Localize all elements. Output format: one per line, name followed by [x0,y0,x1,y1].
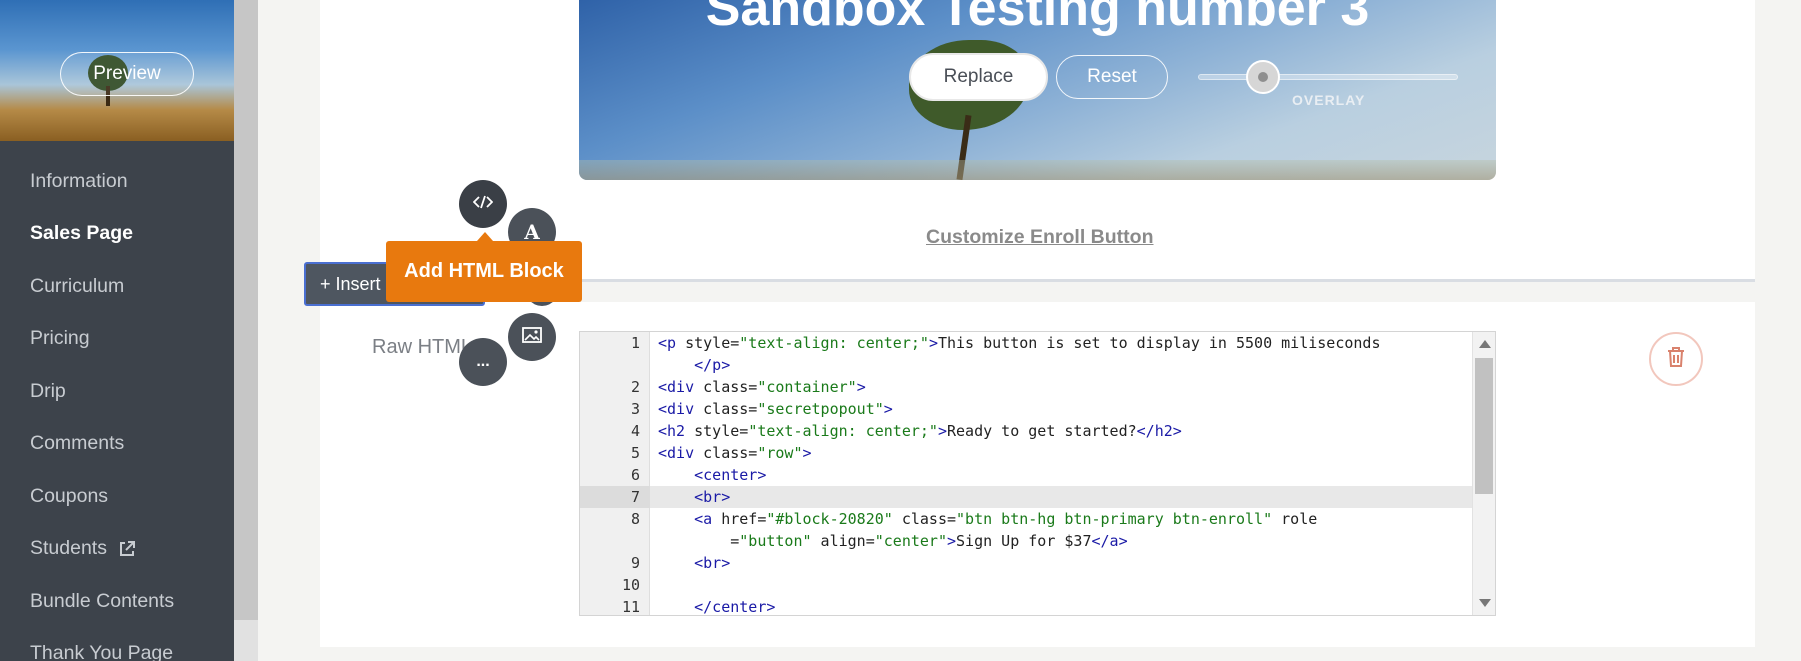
line-number: 5 [630,444,640,462]
code-line[interactable]: 9 <br> [631,552,1472,574]
code-text: ="button" align="center">Sign Up for $37… [658,532,1128,550]
sidebar-scrollbar-thumb[interactable] [234,0,258,620]
add-image-block-button[interactable] [508,313,556,361]
scroll-up-arrow-icon[interactable] [1479,340,1491,348]
code-line[interactable]: 4 <h2 style="text-align: center;">Ready t… [631,420,1472,442]
sidebar-item-label: Students [30,537,107,560]
line-number: 4 [630,422,640,440]
image-icon [522,326,542,348]
more-icon: ... [476,353,490,370]
add-html-block-button[interactable] [459,180,507,228]
sidebar-item-label: Information [30,169,128,192]
code-text: <center> [694,466,767,484]
sidebar: Preview Information Sales Page Curriculu… [0,0,234,661]
sidebar-item-bundle-contents[interactable]: Bundle Contents [0,575,234,628]
sidebar-item-sales-page[interactable]: Sales Page [0,208,234,261]
code-line[interactable]: 5 <div class="row"> [631,442,1472,464]
code-line[interactable]: 10 [622,574,1472,596]
sidebar-item-label: Sales Page [30,222,133,245]
code-text: <div class="secretpopout"> [658,400,893,418]
line-number: 8 [630,510,640,528]
code-line[interactable]: </p> [650,354,1472,376]
line-number: 6 [630,466,640,484]
app-root: Preview Information Sales Page Curriculu… [0,0,1801,661]
sidebar-item-label: Bundle Contents [30,589,175,612]
delete-block-button[interactable] [1649,332,1703,386]
code-text: <h2 style="text-align: center;">Ready to… [658,422,1182,440]
scroll-down-arrow-icon[interactable] [1479,599,1491,607]
sidebar-item-label: Coupons [30,484,109,507]
sidebar-item-drip[interactable]: Drip [0,365,234,418]
overlay-slider-handle[interactable] [1246,60,1280,94]
line-number: 10 [621,576,640,594]
code-line[interactable]: 2 <div class="container"> [631,376,1472,398]
line-number: 1 [630,334,640,352]
overlay-slider-track[interactable] [1198,74,1458,80]
block-type-label: Raw HTML [372,336,473,358]
code-text: <br> [694,488,731,506]
line-number: 7 [580,486,650,508]
preview-button[interactable]: Preview [60,52,194,96]
sidebar-item-label: Curriculum [30,274,125,297]
sidebar-item-label: Thank You Page [30,642,174,661]
code-line-active[interactable]: 7 <br> [580,486,1472,508]
banner-grass [579,160,1496,180]
code-line[interactable]: 6 <center> [631,464,1472,486]
line-number: 2 [630,378,640,396]
sidebar-item-label: Pricing [30,327,90,350]
more-blocks-button[interactable]: ... [459,338,507,386]
code-icon [472,195,494,214]
sidebar-item-curriculum[interactable]: Curriculum [0,260,234,313]
code-line[interactable]: ="button" align="center">Sign Up for $37… [650,530,1472,552]
sidebar-item-coupons[interactable]: Coupons [0,470,234,523]
replace-button[interactable]: Replace [909,53,1048,101]
code-text: </p> [694,356,731,374]
code-line[interactable]: 11 </center> [622,596,1472,616]
code-text: <div class="container"> [658,378,866,396]
sidebar-item-students[interactable]: Students [0,523,234,576]
external-link-icon [117,539,137,559]
course-thumbnail: Preview [0,0,234,141]
line-number: 9 [630,554,640,572]
code-text: <br> [694,554,731,572]
code-text: </center> [694,598,776,616]
code-line[interactable]: 8 <a href="#block-20820" class="btn btn-… [631,508,1472,530]
reset-button[interactable]: Reset [1056,55,1168,99]
line-number: 11 [621,598,640,616]
sidebar-item-information[interactable]: Information [0,155,234,208]
sidebar-nav: Information Sales Page Curriculum Pricin… [0,155,234,661]
customize-enroll-button-link[interactable]: Customize Enroll Button [926,226,1154,249]
sidebar-item-pricing[interactable]: Pricing [0,313,234,366]
overlay-label: OVERLAY [1292,92,1366,108]
code-line[interactable]: 3 <div class="secretpopout"> [631,398,1472,420]
line-number: 3 [630,400,640,418]
code-content[interactable]: 1 <p style="text-align: center;">This but… [580,332,1472,616]
tooltip-arrow [477,232,493,241]
code-text: <p style="text-align: center;">This butt… [658,334,1381,352]
code-editor[interactable]: 1 <p style="text-align: center;">This but… [579,331,1496,616]
sidebar-item-label: Comments [30,432,125,455]
banner-title: Sandbox Testing number 3 [705,0,1370,37]
code-text: <div class="row"> [658,444,812,462]
sidebar-item-thank-you-page[interactable]: Thank You Page [0,628,234,661]
code-text: <a href="#block-20820" class="btn btn-hg… [694,510,1318,528]
trash-icon [1665,345,1687,374]
editor-scrollbar-thumb[interactable] [1475,358,1493,494]
sidebar-item-label: Drip [30,379,66,402]
sidebar-item-comments[interactable]: Comments [0,418,234,471]
add-html-block-tooltip: Add HTML Block [386,241,582,302]
code-line[interactable]: 1 <p style="text-align: center;">This but… [631,332,1472,354]
